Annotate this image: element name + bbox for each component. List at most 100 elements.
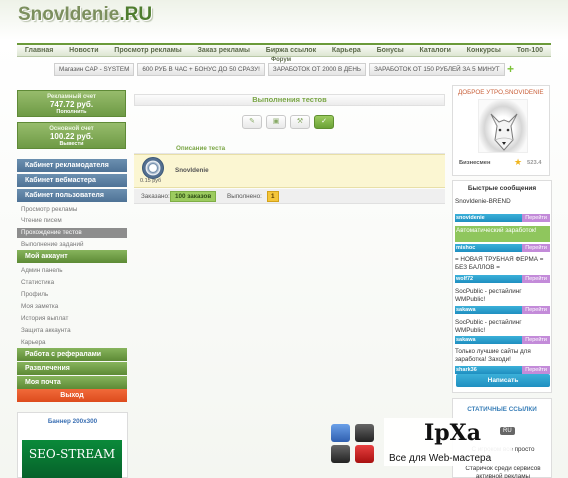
message-user[interactable]: shark36 [455,367,477,373]
ad-link[interactable]: ЗАРАБОТОК ОТ 2000 В ДЕНЬ [267,63,367,76]
message-text: Автоматический заработок! [455,226,550,242]
watermark-logo: IpXa [424,420,481,446]
watermark-dark-square [331,445,350,463]
static-links-title: СТАТИЧНЫЕ ССЫЛКИ [467,406,537,413]
nav-catalogs[interactable]: Каталоги [419,47,450,54]
main-account-value: 100.22 руб. [49,132,94,141]
message-user[interactable]: wolf72 [455,276,473,282]
message-reply-link[interactable]: Перейти [522,336,550,344]
message-reply-link[interactable]: Перейти [522,214,550,222]
message-user[interactable]: sakawa [455,337,476,343]
message-text: Только лучшие сайты для заработка! Заход… [455,348,531,363]
save-icon[interactable]: ▣ [266,115,286,129]
description-header: Описание теста [176,145,226,152]
greeting: ДОБРОЕ УТРО,SNOVIDENIE [458,89,544,96]
user-rank: Бизнесмен [459,160,491,166]
menu-item-payouts[interactable]: История выплат [21,315,68,322]
message-user[interactable]: snovidenie [455,215,485,221]
main-account-box: Основной счет 100.22 руб. Вывести [17,122,126,149]
settings-icon[interactable]: ⚒ [290,115,310,129]
ad-link[interactable]: ЗАРАБОТОК ОТ 150 РУБЛЕЙ ЗА 5 МИНУТ [369,63,505,76]
message-reply-link[interactable]: Перейти [522,366,550,374]
menu-referrals[interactable]: Работа с рефералами [17,348,127,361]
menu-advertiser-cabinet[interactable]: Кабинет рекламодателя [17,159,127,172]
message-meta: wolf72 Перейти [455,275,550,283]
message-reply-link[interactable]: Перейти [522,244,550,252]
menu-item-profile[interactable]: Профиль [21,291,48,298]
nav-bonuses[interactable]: Бонусы [377,47,404,54]
menu-item-admin[interactable]: Админ панель [21,267,63,274]
withdraw-link[interactable]: Вывести [18,141,125,147]
menu-item-tasks[interactable]: Выполнение заданий [21,241,83,248]
add-ad-icon[interactable]: + [507,63,517,75]
menu-item-security[interactable]: Защита аккаунта [21,327,71,334]
nav-contests[interactable]: Конкурсы [467,47,501,54]
nav-career[interactable]: Карьера [332,47,361,54]
logout-button[interactable]: Выход [17,389,127,402]
watermark-badge: RU [500,427,515,435]
message-user[interactable]: mishoc [455,245,475,251]
tests-tab-icon[interactable]: ✓ [314,115,334,129]
star-icon: ★ [514,157,523,167]
nav-link-exchange[interactable]: Биржа ссылок [266,47,316,54]
menu-item-tests-active[interactable]: Прохождение тестов [17,228,127,238]
logo-tld: .RU [119,4,153,25]
done-label: Выполнено: [227,193,262,200]
site-logo[interactable]: SnovIdenie.RU [18,4,152,26]
logo-main: SnovIdenie [18,4,120,25]
message-meta: mishoc Перейти [455,244,550,252]
message-text: = НОВАЯ ТРУБНАЯ ФЕРМА = БЕЗ БАЛЛОВ = [455,256,544,271]
nav-view-ads[interactable]: Просмотр рекламы [114,47,181,54]
message-text: SnovIdenie-BREND [455,198,511,205]
message-meta: sakawa Перейти [455,306,550,314]
task-name[interactable]: SnovIdenie [175,167,209,174]
ordered-badge: 100 заказов [170,191,217,202]
message-reply-link[interactable]: Перейти [522,275,550,283]
ad-links-bar: Магазин САР - SYSTEM 600 РУБ В ЧАС + БОН… [54,63,505,76]
nav-order-ads[interactable]: Заказ рекламы [198,47,250,54]
nav-home[interactable]: Главная [25,47,53,54]
ordered-label: Заказано: [141,193,170,200]
ad-link[interactable]: 600 РУБ В ЧАС + БОНУС ДО 50 СРАЗУ! [137,63,265,76]
menu-user-cabinet[interactable]: Кабинет пользователя [17,189,127,202]
task-target-icon [142,157,164,179]
menu-fun[interactable]: Развлечения [17,362,127,375]
edit-icon[interactable]: ✎ [242,115,262,129]
message-user[interactable]: sakawa [455,307,476,313]
user-rating: 523.4 [527,160,542,166]
nav-top100[interactable]: Топ-100 [517,47,543,54]
done-badge: 1 [267,191,279,202]
watermark-tagline: Все для Web-мастера [389,453,492,464]
message-reply-link[interactable]: Перейти [522,306,550,314]
task-price: 0.15 руб [140,178,162,184]
message-meta: sakawa Перейти [455,336,550,344]
menu-item-read-mail[interactable]: Чтение писем [21,217,62,224]
menu-item-career[interactable]: Карьера [21,339,45,346]
watermark-dark-square [355,424,374,442]
nav-news[interactable]: Новости [69,47,98,54]
adv-account-value: 747.72 руб. [49,100,94,109]
adv-account-box: Рекламный счет 747.72 руб. Пополнить [17,90,126,117]
main-nav: Главная Новости Просмотр рекламы Заказ р… [17,43,551,57]
avatar[interactable] [478,99,528,153]
quick-messages-title: Быстрые сообщения [467,185,537,192]
message-text: SocPublic - рестайлинг WMPublic! [455,319,522,334]
menu-item-stats[interactable]: Статистика [21,279,54,286]
topup-link[interactable]: Пополнить [18,109,125,115]
watermark-red-square [355,445,374,463]
message-meta: shark36 Перейти [455,366,550,374]
watermark-blue-square [331,424,350,442]
menu-mail[interactable]: Моя почта [17,376,127,389]
menu-webmaster-cabinet[interactable]: Кабинет вебмастера [17,174,127,187]
write-message-button[interactable]: Написать [456,374,550,387]
ad-link[interactable]: Магазин САР - SYSTEM [54,63,135,76]
menu-item-note[interactable]: Моя заметка [21,303,58,310]
banner-title: Баннер 200x300 [47,418,98,425]
menu-my-account[interactable]: Мой аккаунт [17,250,127,263]
page-title: Выполнения тестов [134,94,445,106]
message-text: SocPublic - рестайлинг WMPublic! [455,288,522,303]
menu-item-view-ads[interactable]: Просмотр рекламы [21,206,77,213]
static-link[interactable]: Старичок среди сервисов активной рекламы [458,465,548,478]
message-meta: snovidenie Перейти [455,214,550,222]
banner-image[interactable]: SEO-STREAM [22,440,122,478]
